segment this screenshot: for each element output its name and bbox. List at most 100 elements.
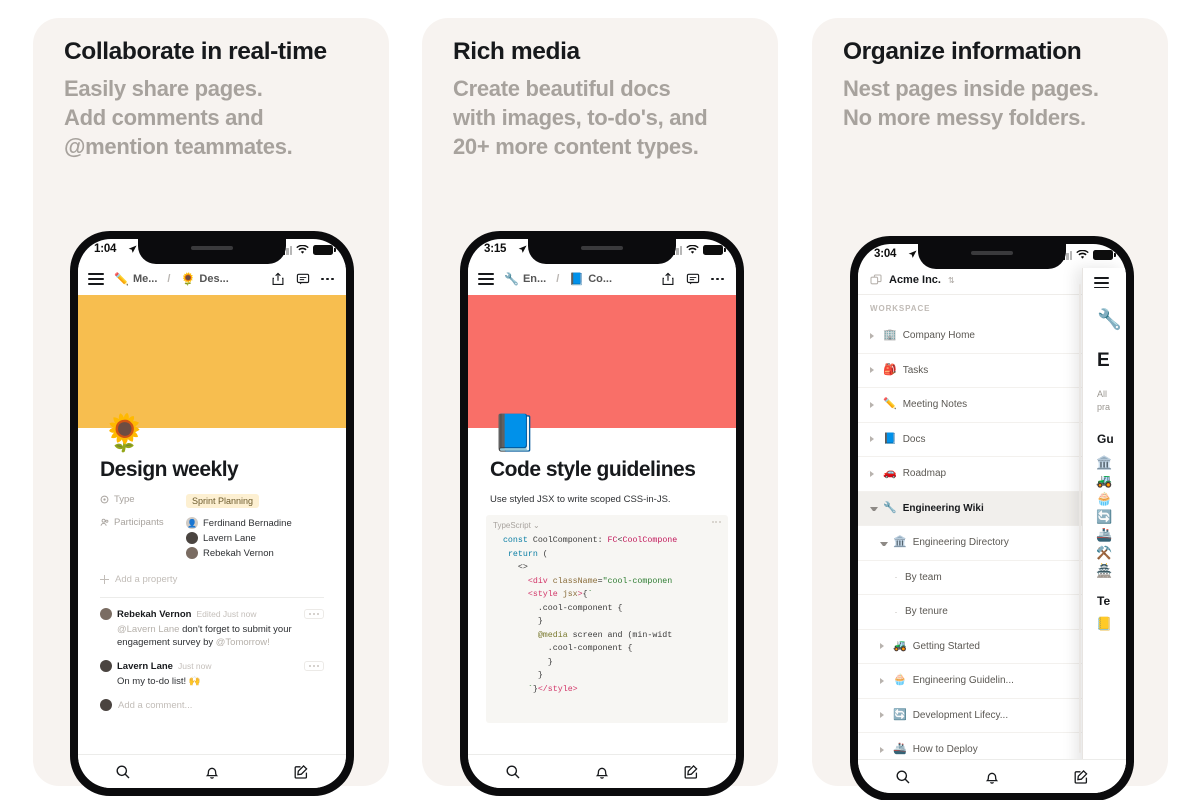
property-label-participants: Participants [100,517,186,528]
user-mention[interactable]: @Lavern Lane [117,624,179,635]
chevron-right-icon[interactable] [870,401,878,408]
sidebar-scrollbar[interactable] [1079,284,1081,753]
new-page-icon[interactable] [1073,769,1089,785]
tag-sprint-planning[interactable]: Sprint Planning [186,494,260,508]
comment-icon[interactable] [686,272,700,286]
battery-icon [703,245,726,255]
page-emoji[interactable]: 🌻 [102,415,147,451]
breadcrumb[interactable]: 🔧 En... / 📘 Co... [504,273,612,285]
peek-page-title: E [1097,350,1110,372]
card-2-subtitle: Create beautiful docs with images, to-do… [453,76,708,159]
card-2-title: Rich media [453,38,580,65]
add-comment-input[interactable]: Add a comment... [100,699,324,711]
more-options-icon[interactable] [321,277,334,281]
page-emoji: 🚗 [883,467,897,480]
page-emoji[interactable]: 📘 [492,415,537,451]
chevron-right-icon[interactable] [880,712,888,719]
page-body: Design weekly Type Sprint Planning Parti… [78,428,346,711]
search-icon[interactable] [115,764,131,780]
search-icon[interactable] [895,769,911,785]
page-title[interactable]: Code style guidelines [490,458,714,482]
page-emoji: 🏛️ [893,536,907,549]
chevron-right-icon[interactable] [870,367,878,374]
new-page-icon[interactable] [683,764,699,780]
more-options-icon[interactable] [711,277,724,281]
page-cover-image [78,295,346,428]
code-more-icon[interactable] [711,521,721,523]
property-row-participants[interactable]: Participants 👤 Ferdinand Bernadine Laver… [100,517,324,562]
page-title[interactable]: Design weekly [100,458,324,482]
chevron-right-icon[interactable] [880,643,888,650]
notifications-bell-icon[interactable] [204,764,220,780]
phone-3-screen: 3:04 🔧 E All pra Gu 🏛️ 🚜 🧁 🔄 🚢 ⚒️ 🏯 Te 📒… [858,244,1126,793]
peek-list-item: 🧁 [1096,491,1113,507]
divider [100,597,324,598]
comment-icon[interactable] [296,272,310,286]
breadcrumb-1-label[interactable]: Me... [133,273,157,285]
page-peek-panel[interactable]: 🔧 E All pra Gu 🏛️ 🚜 🧁 🔄 🚢 ⚒️ 🏯 Te 📒 [1082,268,1126,793]
code-language-selector[interactable]: TypeScript ⌄ [493,521,721,530]
hamburger-menu-icon[interactable] [478,273,494,285]
comment-more-icon[interactable] [303,661,324,672]
participant-row[interactable]: Rebekah Vernon [186,547,292,559]
card-1-title: Collaborate in real-time [64,38,327,65]
location-arrow-icon [518,245,527,253]
chevron-right-icon[interactable] [870,436,878,443]
add-property-label: Add a property [115,574,178,585]
card-3-title: Organize information [843,38,1082,65]
peek-last-emoji: 📒 [1096,616,1113,632]
avatar: 👤 [186,517,198,529]
card-3-subtitle: Nest pages inside pages. No more messy f… [843,76,1099,130]
bullet-icon: · [894,606,898,617]
comment-more-icon[interactable] [303,609,324,620]
hamburger-menu-icon[interactable] [88,273,104,285]
participant-row[interactable]: Lavern Lane [186,532,292,544]
share-icon[interactable] [271,272,285,286]
notch-speaker [971,251,1013,255]
card-1-subtitle: Easily share pages. Add comments and @me… [64,76,293,159]
page-emoji: 🎒 [883,363,897,376]
tree-row-label: Engineering Wiki [902,502,984,514]
search-icon[interactable] [505,764,521,780]
hamburger-menu-icon[interactable] [1094,277,1109,289]
notifications-bell-icon[interactable] [594,764,610,780]
date-mention[interactable]: @Tomorrow! [216,637,270,648]
add-property-button[interactable]: Add a property [100,574,324,585]
code-language-label: TypeScript [493,521,531,530]
peek-heading-2: Te [1097,594,1111,609]
tree-row-label: Engineering Guidelin... [912,675,1014,687]
new-page-icon[interactable] [293,764,309,780]
status-indicators [669,245,726,255]
comment-item: Rebekah Vernon Edited Just now @Lavern L… [100,608,324,649]
code-block[interactable]: TypeScript ⌄ const CoolComponent: FC<Coo… [486,515,728,723]
avatar [186,547,198,559]
peek-list-item: 🚜 [1096,473,1113,489]
tree-row-label: Engineering Directory [912,537,1009,549]
status-time: 3:04 [874,248,897,260]
avatar [186,532,198,544]
chevron-down-icon[interactable] [870,507,878,512]
breadcrumb[interactable]: ✏️ Me... / 🌻 Des... [114,273,229,285]
participant-row[interactable]: 👤 Ferdinand Bernadine [186,517,292,529]
breadcrumb-1-emoji: ✏️ [114,272,129,286]
phone-notch [528,239,676,264]
notifications-bell-icon[interactable] [984,769,1000,785]
page-emoji: 🔧 [883,501,897,514]
chevron-right-icon[interactable] [880,677,888,684]
code-content: const CoolComponent: FC<CoolCompone retu… [493,536,678,694]
chevron-right-icon[interactable] [870,332,878,339]
page-emoji: 🧁 [893,674,907,687]
property-row-type[interactable]: Type Sprint Planning [100,494,324,508]
notch-speaker [191,246,233,250]
chevron-right-icon[interactable] [880,746,888,753]
breadcrumb-2-label[interactable]: Des... [199,273,228,285]
property-value-participants: 👤 Ferdinand Bernadine Lavern Lane Rebeka… [186,517,292,562]
share-icon[interactable] [661,272,675,286]
breadcrumb-2-label[interactable]: Co... [588,273,612,285]
breadcrumb-1-label[interactable]: En... [523,273,546,285]
breadcrumb-2-emoji: 📘 [569,272,585,286]
chevron-down-icon[interactable] [880,541,888,546]
phone-1-screen: 1:04 ✏️ Me... / 🌻 Des... 🌻 Design weekly… [78,239,346,788]
comment-author: Rebekah Vernon [117,608,192,620]
chevron-right-icon[interactable] [870,470,878,477]
